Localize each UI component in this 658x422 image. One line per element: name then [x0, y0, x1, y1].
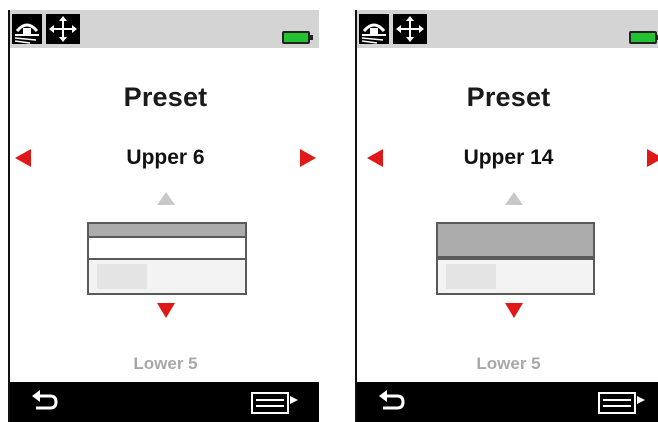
lower-value: Lower 5: [133, 354, 198, 373]
down-triangle-icon[interactable]: [505, 303, 523, 318]
move-arrows-icon[interactable]: [46, 14, 80, 44]
page-title: Preset: [123, 82, 208, 112]
home-ground-icon[interactable]: [359, 14, 389, 44]
bottom-bar: [10, 382, 319, 422]
status-bar: [10, 10, 319, 48]
right-arrow-icon[interactable]: [647, 149, 658, 167]
menu-exit-icon[interactable]: [250, 390, 300, 416]
preset-screen-upper-14: Preset Upper 14 Lower 5: [355, 10, 658, 422]
preset-value: Upper 14: [463, 146, 554, 169]
battery-icon: [282, 31, 313, 44]
menu-exit-icon[interactable]: [597, 390, 647, 416]
upper-level-fill: [438, 224, 593, 258]
back-arrow-icon[interactable]: [373, 388, 409, 416]
preset-screen-upper-6: Preset Upper 6 Lower 5: [8, 10, 319, 422]
status-bar: [357, 10, 658, 48]
page-title: Preset: [466, 82, 551, 112]
lower-level-mark: [97, 264, 147, 289]
lower-value: Lower 5: [476, 354, 541, 373]
bottom-bar: [357, 382, 658, 422]
back-arrow-icon[interactable]: [26, 388, 62, 416]
lower-level-mark: [446, 264, 496, 289]
down-triangle-icon[interactable]: [157, 303, 175, 318]
up-triangle-icon[interactable]: [157, 192, 175, 205]
preset-value: Upper 6: [126, 146, 205, 169]
up-triangle-icon[interactable]: [505, 192, 523, 205]
lower-level-area: [89, 260, 245, 293]
battery-icon: [629, 31, 658, 44]
level-indicator: [436, 222, 595, 295]
upper-level-window: [89, 238, 245, 260]
lower-level-area: [438, 260, 593, 293]
right-arrow-icon[interactable]: [300, 149, 316, 167]
home-ground-icon[interactable]: [12, 14, 42, 44]
level-indicator: [87, 222, 247, 295]
upper-level-fill: [89, 224, 245, 238]
move-arrows-icon[interactable]: [393, 14, 427, 44]
